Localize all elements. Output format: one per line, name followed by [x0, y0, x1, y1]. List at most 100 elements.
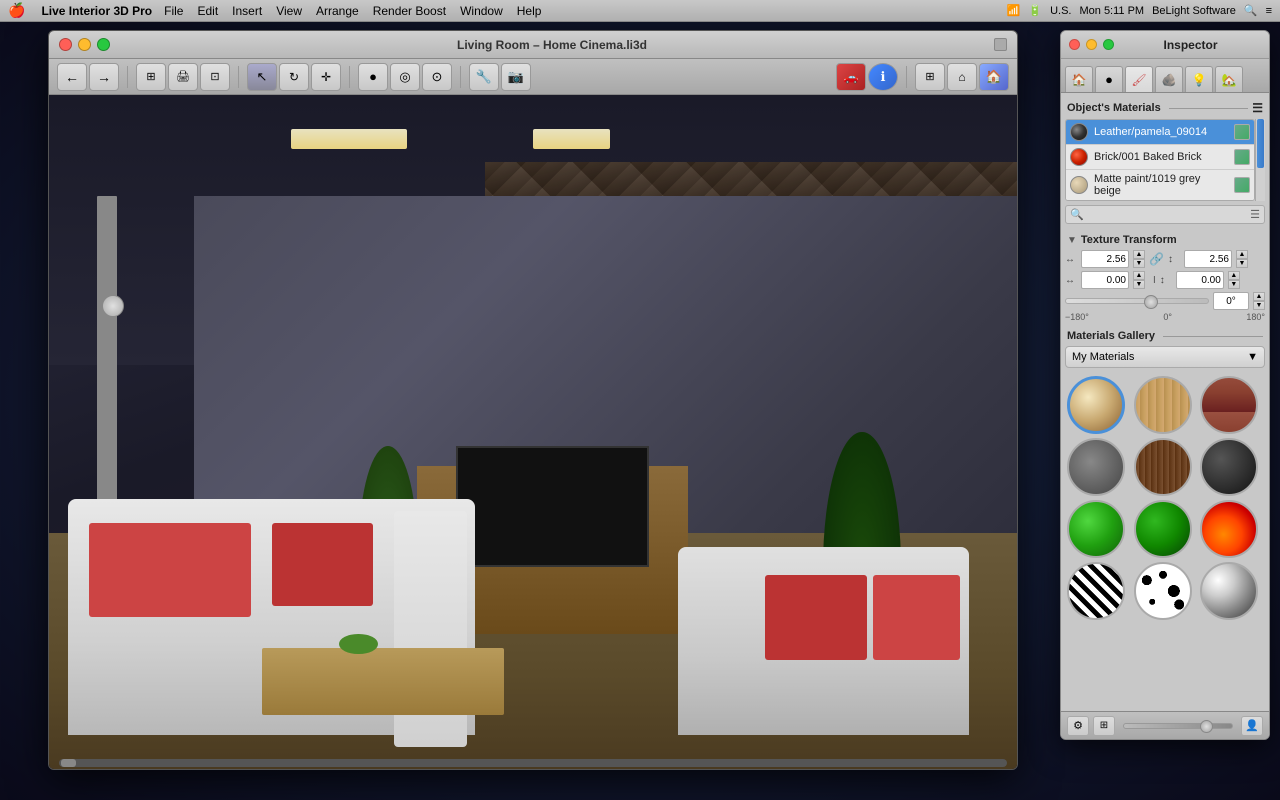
minimize-button[interactable]: [78, 38, 91, 51]
close-button[interactable]: [59, 38, 72, 51]
tab-material[interactable]: 🪨: [1155, 66, 1183, 92]
circle-tool[interactable]: ●: [358, 63, 388, 91]
gallery-divider: [1163, 336, 1263, 337]
inspector-close[interactable]: [1069, 39, 1080, 50]
sofa-right: [678, 547, 968, 736]
gallery-item-9[interactable]: [1067, 562, 1125, 620]
view3-button[interactable]: ⊡: [200, 63, 230, 91]
wrench-tool[interactable]: 🔧: [469, 63, 499, 91]
menu-render[interactable]: Render Boost: [373, 4, 446, 18]
gallery-item-3[interactable]: [1067, 438, 1125, 496]
zoom-thumb[interactable]: [1200, 720, 1213, 733]
gallery-item-5[interactable]: [1200, 438, 1258, 496]
sep-5: [906, 66, 907, 88]
rotate-tool[interactable]: ↻: [279, 63, 309, 91]
offset-x-down[interactable]: ▼: [1133, 280, 1145, 289]
rotation-up[interactable]: ▲: [1253, 292, 1265, 301]
gallery-item-4[interactable]: [1134, 438, 1192, 496]
settings-button[interactable]: ⚙: [1067, 716, 1089, 736]
material-item-0[interactable]: Leather/pamela_09014: [1066, 120, 1254, 145]
scale-y-down[interactable]: ▼: [1236, 259, 1248, 268]
select-tool[interactable]: ↖: [247, 63, 277, 91]
rotation-stepper[interactable]: ▲ ▼: [1253, 292, 1265, 310]
car-button[interactable]: 🚗: [836, 63, 866, 91]
gallery-item-0[interactable]: [1067, 376, 1125, 434]
floor-plan-button[interactable]: ⊞: [136, 63, 166, 91]
scale-x-down[interactable]: ▼: [1133, 259, 1145, 268]
gallery-item-8[interactable]: [1200, 500, 1258, 558]
user-button[interactable]: 👤: [1241, 716, 1263, 736]
app-name[interactable]: Live Interior 3D Pro: [41, 4, 152, 18]
expand-arrow[interactable]: ▼: [1067, 235, 1077, 246]
battery-icon: 🔋: [1028, 4, 1042, 17]
scale-x-stepper[interactable]: ▲ ▼: [1133, 250, 1145, 268]
gallery-item-7[interactable]: [1134, 500, 1192, 558]
back-button[interactable]: ←: [57, 63, 87, 91]
menu-insert[interactable]: Insert: [232, 4, 262, 18]
menu-help[interactable]: Help: [517, 4, 542, 18]
gallery-item-11[interactable]: [1200, 562, 1258, 620]
forward-button[interactable]: →: [89, 63, 119, 91]
ring-tool[interactable]: ◎: [390, 63, 420, 91]
rotation-input[interactable]: [1213, 292, 1249, 310]
tab-house[interactable]: 🏠: [1065, 66, 1093, 92]
menu-items: File Edit Insert View Arrange Render Boo…: [164, 4, 541, 18]
info-button[interactable]: ℹ: [868, 63, 898, 91]
gallery-dropdown[interactable]: My Materials ▼: [1065, 346, 1265, 368]
material-item-2[interactable]: Matte paint/1019 grey beige: [1066, 170, 1254, 200]
window-collapse-button[interactable]: [994, 38, 1007, 51]
offset-x-up[interactable]: ▲: [1133, 271, 1145, 280]
tab-light[interactable]: 💡: [1185, 66, 1213, 92]
print-button[interactable]: 🖨: [168, 63, 198, 91]
rotation-thumb[interactable]: [1144, 295, 1158, 309]
inspector-minimize[interactable]: [1086, 39, 1097, 50]
tab-sphere[interactable]: ●: [1095, 66, 1123, 92]
scale-y-up[interactable]: ▲: [1236, 250, 1248, 259]
scale-row: ↔ ▲ ▼ 🔗 ↕ ▲ ▼: [1065, 250, 1265, 268]
offset-x-stepper[interactable]: ▲ ▼: [1133, 271, 1145, 289]
menu-file[interactable]: File: [164, 4, 183, 18]
gallery-item-1[interactable]: [1134, 376, 1192, 434]
material-item-1[interactable]: Brick/001 Baked Brick: [1066, 145, 1254, 170]
scale-x-up[interactable]: ▲: [1133, 250, 1145, 259]
menu-window[interactable]: Window: [460, 4, 503, 18]
tab-room[interactable]: 🏡: [1215, 66, 1243, 92]
2d-view[interactable]: ⊞: [915, 63, 945, 91]
house-view[interactable]: ⌂: [947, 63, 977, 91]
offset-y-up[interactable]: ▲: [1228, 271, 1240, 280]
menu-icon[interactable]: ≡: [1266, 5, 1272, 17]
gallery-item-10[interactable]: [1134, 562, 1192, 620]
horizontal-scrollbar[interactable]: [59, 759, 1007, 767]
menu-arrange[interactable]: Arrange: [316, 4, 359, 18]
gallery-item-6[interactable]: [1067, 500, 1125, 558]
menu-edit[interactable]: Edit: [197, 4, 218, 18]
apple-menu[interactable]: 🍎: [8, 2, 25, 19]
scale-y-stepper[interactable]: ▲ ▼: [1236, 250, 1248, 268]
offset-x-input[interactable]: [1081, 271, 1129, 289]
material-search-input[interactable]: [1088, 209, 1246, 221]
camera-tool[interactable]: 📷: [501, 63, 531, 91]
search-icon[interactable]: 🔍: [1244, 4, 1258, 17]
zoom-button[interactable]: [97, 38, 110, 51]
inspector-title: Inspector: [1120, 38, 1261, 52]
inspector-zoom[interactable]: [1103, 39, 1114, 50]
zoom-slider[interactable]: [1123, 723, 1233, 729]
move-tool[interactable]: ✛: [311, 63, 341, 91]
search-menu-icon[interactable]: ☰: [1250, 208, 1260, 221]
scale-y-input[interactable]: [1184, 250, 1232, 268]
gallery-item-2[interactable]: [1200, 376, 1258, 434]
rotation-down[interactable]: ▼: [1253, 301, 1265, 310]
viewport-3d[interactable]: [49, 95, 1017, 769]
scale-x-input[interactable]: [1081, 250, 1129, 268]
offset-y-stepper[interactable]: ▲ ▼: [1228, 271, 1240, 289]
offset-y-down[interactable]: ▼: [1228, 280, 1240, 289]
tab-brush[interactable]: 🖌: [1125, 66, 1153, 92]
menu-view[interactable]: View: [276, 4, 302, 18]
rotation-slider[interactable]: [1065, 298, 1209, 304]
grid-button[interactable]: ⊞: [1093, 716, 1115, 736]
dot-tool[interactable]: ⊙: [422, 63, 452, 91]
offset-y-input[interactable]: [1176, 271, 1224, 289]
materials-scrollbar[interactable]: [1255, 119, 1265, 201]
view-mode-group: ⊞ ⌂ 🏠: [915, 63, 1009, 91]
3d-view[interactable]: 🏠: [979, 63, 1009, 91]
